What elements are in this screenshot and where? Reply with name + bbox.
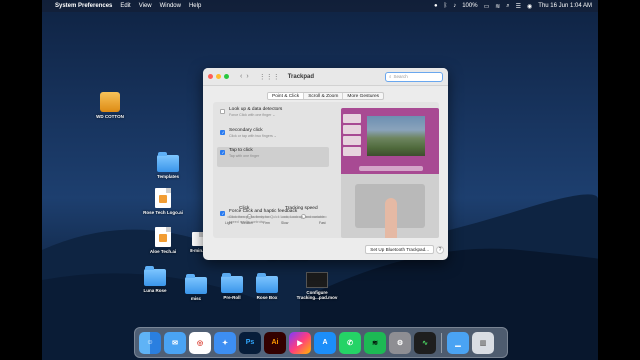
external-drive-icon [100, 92, 120, 112]
tab-bar: Point & Click Scroll & Zoom More Gesture… [267, 92, 385, 100]
window-titlebar[interactable]: ‹ › ⋮⋮⋮ Trackpad ⌕ Search [203, 68, 448, 86]
option-subtitle[interactable]: Click or tap with two fingers ⌄ [229, 134, 329, 138]
spotify-icon[interactable]: ≋ [364, 331, 386, 354]
folder-icon [144, 266, 166, 286]
tap-to-click-checkbox[interactable] [220, 150, 225, 155]
search-icon: ⌕ [389, 74, 392, 79]
minimize-button[interactable] [216, 74, 221, 79]
preview-sidebar [343, 114, 361, 164]
help-button[interactable]: ? [436, 246, 444, 254]
search-placeholder: Search [393, 74, 408, 79]
chrome-icon[interactable]: ◎ [189, 331, 211, 354]
battery-icon[interactable]: ▭ [484, 3, 490, 10]
tab-more-gestures[interactable]: More Gestures [343, 93, 383, 99]
settings-panel: Look up & data detectors Force Click wit… [213, 102, 439, 238]
option-title: Secondary click [229, 128, 263, 133]
back-arrow-icon[interactable]: ‹ [240, 73, 242, 80]
desktop-icon-label: Templates [157, 174, 179, 179]
search-icon[interactable]: ⌕ [506, 3, 509, 10]
forward-arrow-icon[interactable]: › [246, 73, 248, 80]
menubar-status-area: ● ᛒ ♪ 100% ▭ ≋ ⌕ ☰ ◉ Thu 16 Jun 1:04 AM [434, 3, 592, 10]
preview-finger [385, 198, 397, 238]
right-letterbox [598, 0, 640, 360]
dock-separator [441, 332, 442, 353]
activity-monitor-icon[interactable]: ∿ [414, 331, 436, 354]
finder-icon[interactable]: ☺ [139, 331, 161, 354]
video-file-icon [306, 272, 328, 288]
photoshop-icon[interactable]: Ps [239, 331, 261, 354]
close-button[interactable] [208, 74, 213, 79]
system-preferences-icon[interactable]: ⚙ [389, 331, 411, 354]
tab-scroll-and-zoom[interactable]: Scroll & Zoom [304, 93, 344, 99]
illustrator-icon[interactable]: Ai [264, 331, 286, 354]
desktop-icon-label: Rose Tech Logo.ai [143, 210, 183, 215]
preview-landscape-photo [367, 116, 425, 156]
setup-bluetooth-trackpad-button[interactable]: Set Up Bluetooth Trackpad... [365, 245, 434, 254]
option-subtitle: Click then press firmly for Quick Look, … [229, 215, 325, 224]
bluetooth-icon[interactable]: ᛒ [444, 3, 448, 9]
option-title: Tap to click [229, 148, 253, 153]
safari-icon[interactable]: ✦ [214, 331, 236, 354]
option-subtitle[interactable]: Force Click with one finger ⌄ [229, 113, 329, 117]
desktop-icon-label: misc [190, 296, 202, 301]
audio-icon[interactable]: ♪ [453, 3, 456, 9]
preview-dock [359, 166, 423, 171]
illustrator-file-icon [155, 227, 171, 247]
option-force-click[interactable]: Force Click and haptic feedback Click th… [217, 208, 335, 238]
look-up-checkbox[interactable] [220, 109, 225, 114]
left-letterbox [0, 0, 42, 360]
force-click-checkbox[interactable] [220, 211, 225, 216]
folder-icon [157, 152, 179, 172]
secondary-click-checkbox[interactable] [220, 130, 225, 135]
clock[interactable]: Thu 16 Jun 1:04 AM [538, 3, 592, 9]
wifi-icon[interactable]: ≋ [495, 3, 500, 10]
gesture-preview-video [341, 108, 439, 238]
search-field[interactable]: ⌕ Search [385, 71, 443, 82]
illustrator-file-icon [155, 188, 171, 208]
option-secondary-click[interactable]: Secondary click Click or tap with two fi… [217, 127, 329, 147]
option-look-up[interactable]: Look up & data detectors Force Click wit… [217, 106, 329, 126]
show-all-grid-icon[interactable]: ⋮⋮⋮ [259, 73, 280, 81]
app-store-icon[interactable]: A [314, 331, 336, 354]
dock: ☺ ✉ ◎ ✦ Ps Ai ▶ A ✆ ≋ ⚙ ∿ ▁ ▥ [134, 327, 508, 358]
desktop-drive-wd-cotton[interactable]: WD COTTON [82, 92, 138, 119]
tab-point-and-click[interactable]: Point & Click [268, 93, 305, 99]
desktop-icon-label: Luna Rose [143, 288, 167, 293]
zoom-button[interactable] [224, 74, 229, 79]
desktop-folder-templates[interactable]: Templates [140, 152, 196, 179]
preview-screen [341, 108, 439, 174]
desktop-file-configure-tracking-mov[interactable]: Configure Tracking...pad.mov [287, 272, 347, 300]
final-cut-pro-icon[interactable]: ▶ [289, 331, 311, 354]
option-title: Look up & data detectors [229, 107, 283, 112]
option-subtitle: Tap with one finger [229, 154, 260, 158]
desktop-icon-label: Rose Box [256, 295, 278, 300]
whatsapp-icon[interactable]: ✆ [339, 331, 361, 354]
siri-icon[interactable]: ◉ [527, 3, 532, 10]
menu-help[interactable]: Help [189, 3, 201, 9]
mail-icon[interactable]: ✉ [164, 331, 186, 354]
trash-icon[interactable]: ▥ [472, 331, 494, 354]
trackpad-preferences-window: ‹ › ⋮⋮⋮ Trackpad ⌕ Search Point & Click … [203, 68, 448, 260]
downloads-folder-icon[interactable]: ▁ [447, 331, 469, 354]
control-center-icon[interactable]: ☰ [516, 3, 521, 10]
battery-percent[interactable]: 100% [462, 3, 477, 9]
desktop-file-rose-tech-logo[interactable]: Rose Tech Logo.ai [135, 188, 191, 215]
desktop-icon-label: WD COTTON [96, 114, 124, 119]
menu-window[interactable]: Window [160, 3, 181, 9]
menu-edit[interactable]: Edit [120, 3, 130, 9]
record-icon[interactable]: ● [434, 3, 438, 9]
menu-app-name[interactable]: System Preferences [55, 3, 112, 9]
menu-view[interactable]: View [139, 3, 152, 9]
desktop-icon-label: Configure Tracking...pad.mov [296, 290, 338, 300]
folder-icon [256, 273, 278, 293]
option-title: Force Click and haptic feedback [229, 209, 298, 214]
window-title: Trackpad [287, 73, 315, 80]
option-tap-to-click[interactable]: Tap to click Tap with one finger [217, 147, 329, 167]
menubar: System Preferences Edit View Window Help… [42, 0, 598, 12]
